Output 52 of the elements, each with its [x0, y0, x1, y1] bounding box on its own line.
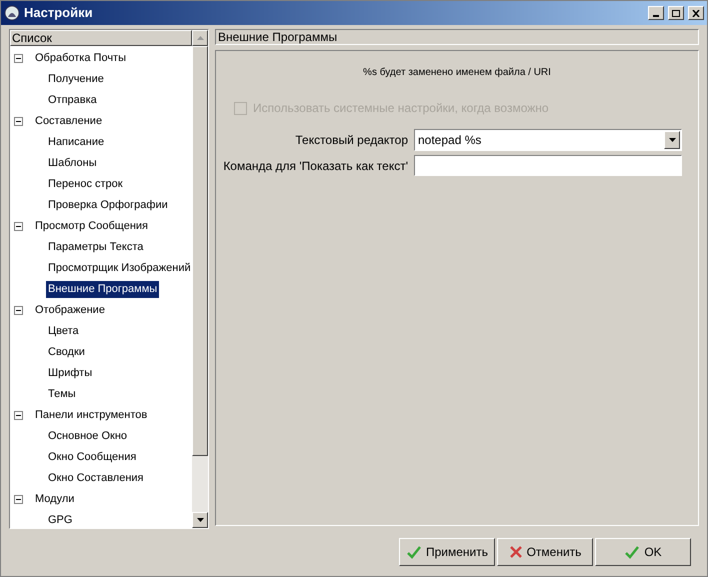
tree-item[interactable]: Получение — [46, 71, 106, 88]
collapse-icon[interactable] — [14, 117, 23, 126]
hint-text: %s будет заменено именем файла / URI — [363, 66, 551, 80]
dialog-button[interactable]: OK — [595, 538, 691, 566]
tree-item[interactable]: Просмотрщик Изображений — [46, 260, 193, 277]
tree-item[interactable]: Шаблоны — [46, 155, 99, 172]
tree-item[interactable]: Написание — [46, 134, 106, 151]
tree-item[interactable]: Внешние Программы — [46, 281, 160, 298]
tree-item[interactable]: Окно Составления — [46, 470, 146, 487]
tree-item[interactable]: Отображение — [33, 302, 107, 319]
tree-item[interactable]: GPG — [46, 512, 74, 529]
dialog-button[interactable]: Применить — [399, 538, 495, 566]
scroll-down-icon[interactable] — [196, 518, 204, 522]
tree-item[interactable]: Обработка Почты — [33, 50, 128, 67]
dialog-button[interactable]: Отменить — [497, 538, 593, 566]
column-header[interactable]: Список — [10, 30, 192, 46]
tree-item[interactable]: Отправка — [46, 92, 99, 109]
close-icon — [692, 10, 700, 16]
tree-item[interactable]: Просмотр Сообщения — [33, 218, 150, 235]
collapse-icon[interactable] — [14, 54, 23, 63]
check-icon — [624, 544, 640, 560]
collapse-icon[interactable] — [14, 306, 23, 315]
minimize-button[interactable] — [648, 6, 664, 20]
maximize-button[interactable] — [668, 6, 684, 20]
tree-item[interactable]: Проверка Орфографии — [46, 197, 170, 214]
page-header: Внешние Программы — [215, 29, 699, 45]
tree-item[interactable]: Темы — [46, 386, 78, 403]
check-icon — [406, 544, 422, 560]
scrollbar[interactable] — [192, 30, 208, 528]
window-title: Настройки — [24, 4, 94, 22]
tree-item[interactable]: Цвета — [46, 323, 81, 340]
tree-item[interactable]: Параметры Текста — [46, 239, 146, 256]
collapse-icon[interactable] — [14, 495, 23, 504]
collapse-icon[interactable] — [14, 411, 23, 420]
tree-item[interactable]: Перенос строк — [46, 176, 125, 193]
tree-item[interactable]: Составление — [33, 113, 104, 130]
maximize-icon — [672, 10, 680, 16]
collapse-icon[interactable] — [14, 222, 23, 231]
tree-item[interactable]: Модули — [33, 491, 76, 508]
app-icon — [4, 5, 20, 21]
field-label: Текстовый редактор — [294, 132, 408, 149]
tree-item[interactable]: Окно Сообщения — [46, 449, 138, 466]
cross-icon — [508, 545, 523, 559]
input-field[interactable] — [414, 155, 682, 176]
tree-item[interactable]: Шрифты — [46, 365, 94, 382]
field-label: Команда для 'Показать как текст' — [222, 158, 408, 174]
dropdown-arrow-icon[interactable] — [668, 138, 676, 142]
tree-item[interactable]: Панели инструментов — [33, 407, 150, 424]
tree-item[interactable]: Сводки — [46, 344, 87, 361]
close-button[interactable] — [688, 6, 704, 20]
editor-combo-box[interactable]: notepad %s — [414, 129, 682, 151]
tree-item[interactable]: Основное Окно — [46, 428, 130, 445]
